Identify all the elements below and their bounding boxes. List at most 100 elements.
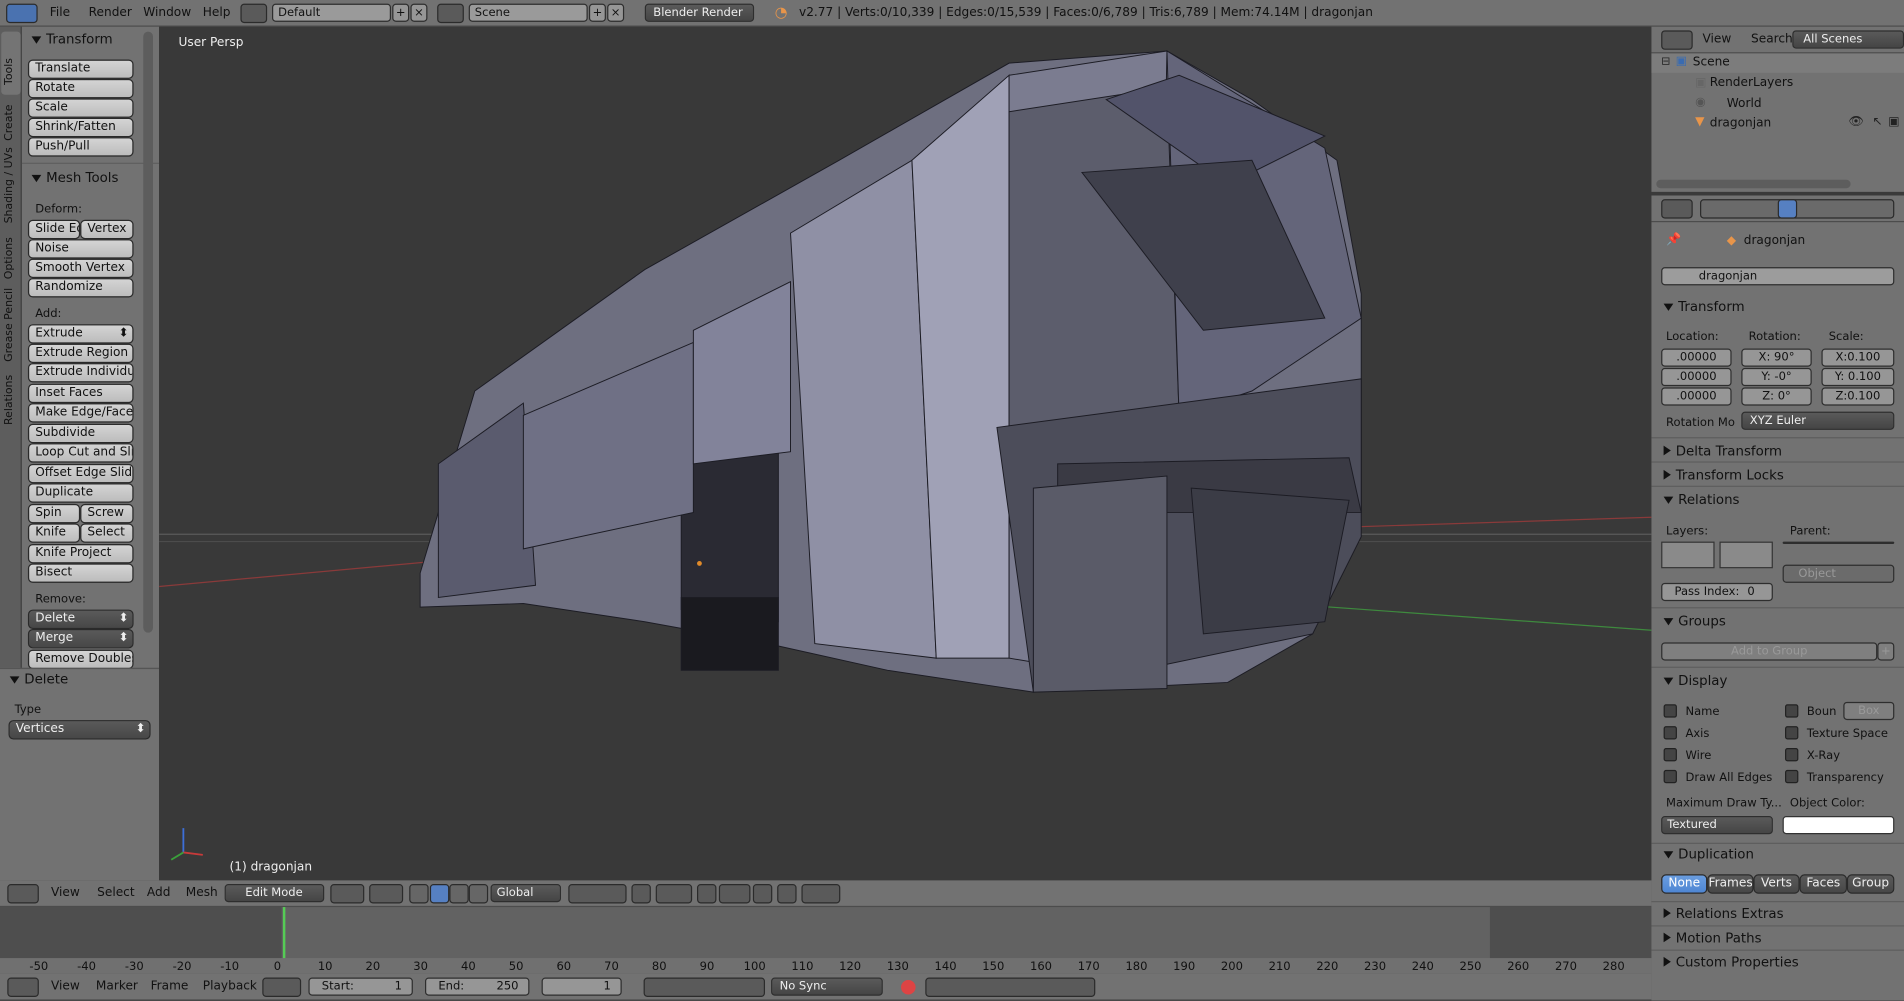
rotation-y-field[interactable]: Y: -0° (1741, 367, 1812, 387)
mode-select[interactable]: Edit Mode (224, 884, 325, 903)
delta-transform-header[interactable]: Delta Transform (1663, 443, 1782, 459)
duplication-header[interactable]: Duplication (1663, 846, 1754, 862)
menu-window[interactable]: Window (143, 5, 191, 22)
rotation-mode-select[interactable]: XYZ Euler (1741, 411, 1895, 430)
location-z-field[interactable]: .00000 (1661, 387, 1732, 406)
transform-section-header[interactable]: Transform (1663, 299, 1745, 315)
slide-vertex-button[interactable]: Vertex (80, 219, 134, 240)
rotation-x-field[interactable]: X: 90° (1741, 348, 1812, 367)
limit-selection-icon[interactable] (631, 884, 651, 904)
remove-scene-button[interactable]: × (607, 3, 625, 22)
rotate-manipulator-icon[interactable] (449, 884, 469, 904)
push-pull-button[interactable]: Push/Pull (27, 137, 134, 157)
dup-verts-button[interactable]: Verts (1753, 874, 1800, 894)
selectability-cursor-icon[interactable]: ↖ (1872, 115, 1882, 128)
dup-none-button[interactable]: None (1661, 874, 1708, 894)
scene-name-field[interactable]: Scene (468, 3, 588, 22)
layer-buttons-icon[interactable] (568, 884, 627, 904)
shading-select-icon[interactable] (330, 884, 365, 904)
transform-panel-header[interactable]: Transform (31, 32, 113, 47)
preview-range-icon[interactable] (262, 977, 302, 997)
outliner-item-renderlayers[interactable]: RenderLayers (1710, 77, 1793, 90)
texture-space-checkbox[interactable] (1785, 726, 1799, 740)
current-frame-field[interactable]: 1 (541, 977, 622, 996)
visibility-eye-icon[interactable]: 👁 (1848, 115, 1863, 128)
parent-type-select[interactable]: Object (1782, 564, 1895, 583)
location-y-field[interactable]: .00000 (1661, 367, 1732, 387)
translate-manipulator-icon[interactable] (429, 884, 450, 904)
knife-project-button[interactable]: Knife Project (27, 544, 134, 564)
shrink-fatten-button[interactable]: Shrink/Fatten (27, 117, 134, 138)
relations-extras-header[interactable]: Relations Extras (1663, 906, 1784, 922)
viewport-editor-type-icon[interactable] (7, 884, 39, 904)
scale-manipulator-icon[interactable] (468, 884, 489, 904)
viewport-menu-mesh[interactable]: Mesh (186, 885, 218, 902)
subdivide-button[interactable]: Subdivide (27, 423, 134, 444)
outliner-scrollbar[interactable] (1656, 179, 1851, 189)
snap-element-icon[interactable] (718, 884, 751, 904)
bounds-type-select[interactable]: Box (1843, 701, 1895, 721)
layout-name-field[interactable]: Default (272, 3, 392, 22)
display-bounds-checkbox[interactable] (1785, 704, 1799, 718)
transform-locks-header[interactable]: Transform Locks (1663, 468, 1784, 483)
spin-button[interactable]: Spin (27, 503, 81, 524)
tab-create[interactable]: Create (1, 97, 20, 146)
smooth-vertex-button[interactable]: Smooth Vertex (27, 258, 134, 279)
object-context-tab[interactable] (1777, 199, 1798, 219)
remove-doubles-button[interactable]: Remove Doubles (27, 649, 134, 670)
3d-viewport[interactable]: User Persp (1) dragonjan (159, 26, 1652, 881)
snap-toggle-icon[interactable] (697, 884, 717, 904)
tab-grease-pencil[interactable]: Grease Pencil (1, 287, 20, 367)
outliner-editor-type-icon[interactable] (1661, 30, 1693, 50)
add-to-group-button[interactable]: Add to Group (1661, 642, 1878, 661)
outliner-item-world[interactable]: World (1727, 97, 1762, 110)
menu-help[interactable]: Help (203, 5, 231, 22)
make-edge-face-button[interactable]: Make Edge/Face (27, 403, 134, 423)
opengl-render-icon[interactable] (777, 884, 797, 904)
screw-button[interactable]: Screw (80, 503, 134, 524)
editor-type-icon[interactable] (6, 3, 38, 24)
merge-dropdown[interactable]: Merge ⬍ (27, 629, 134, 649)
pass-index-field[interactable]: Pass Index: 0 (1661, 582, 1773, 602)
scale-z-field[interactable]: Z:0.100 (1821, 387, 1895, 406)
bisect-button[interactable]: Bisect (27, 563, 134, 583)
dup-frames-button[interactable]: Frames (1707, 874, 1754, 894)
viewport-menu-add[interactable]: Add (147, 885, 171, 902)
viewport-menu-view[interactable]: View (51, 885, 80, 902)
end-frame-field[interactable]: End: 250 (425, 977, 530, 996)
inset-faces-button[interactable]: Inset Faces (27, 383, 134, 404)
start-frame-field[interactable]: Start: 1 (308, 977, 413, 996)
motion-paths-header[interactable]: Motion Paths (1663, 930, 1762, 946)
extrude-region-button[interactable]: Extrude Region (27, 343, 134, 364)
timeline-menu-marker[interactable]: Marker (96, 979, 138, 996)
sync-mode-select[interactable]: No Sync (771, 977, 883, 996)
scale-x-field[interactable]: X:0.100 (1821, 348, 1895, 367)
timeline-menu-playback[interactable]: Playback (203, 979, 257, 996)
add-layout-button[interactable]: + (392, 3, 410, 22)
snap-target-icon[interactable] (752, 884, 773, 904)
outliner-item-dragonjan[interactable]: dragonjan (1710, 117, 1771, 130)
outliner-menu-search[interactable]: Search (1751, 32, 1793, 49)
mesh-tools-panel-header[interactable]: Mesh Tools (31, 170, 118, 186)
relations-header[interactable]: Relations (1663, 492, 1740, 508)
pin-icon[interactable]: 📌 (1666, 233, 1681, 246)
tool-shelf-scrollbar[interactable] (143, 31, 154, 633)
randomize-button[interactable]: Randomize (27, 278, 134, 298)
extrude-individual-button[interactable]: Extrude Individual (27, 363, 134, 383)
parent-field[interactable] (1782, 541, 1895, 545)
extrude-dropdown[interactable]: Extrude ⬍ (27, 324, 134, 344)
display-header[interactable]: Display (1663, 673, 1727, 689)
tab-shading-uvs[interactable]: Shading / UVs (1, 147, 20, 228)
display-wire-checkbox[interactable] (1663, 748, 1677, 762)
timeline-editor-type-icon[interactable] (7, 977, 39, 997)
tab-options[interactable]: Options (1, 231, 20, 284)
layout-icon[interactable] (240, 3, 268, 24)
location-x-field[interactable]: .00000 (1661, 348, 1732, 367)
renderability-camera-icon[interactable]: ▣ (1888, 115, 1899, 128)
max-draw-type-select[interactable]: Textured (1661, 816, 1773, 835)
timeline-menu-view[interactable]: View (51, 979, 80, 996)
rotate-button[interactable]: Rotate (27, 78, 134, 99)
pivot-select-icon[interactable] (369, 884, 404, 904)
offset-edge-slide-button[interactable]: Offset Edge Slide (27, 463, 134, 484)
slide-edge-button[interactable]: Slide Ed (27, 219, 81, 240)
